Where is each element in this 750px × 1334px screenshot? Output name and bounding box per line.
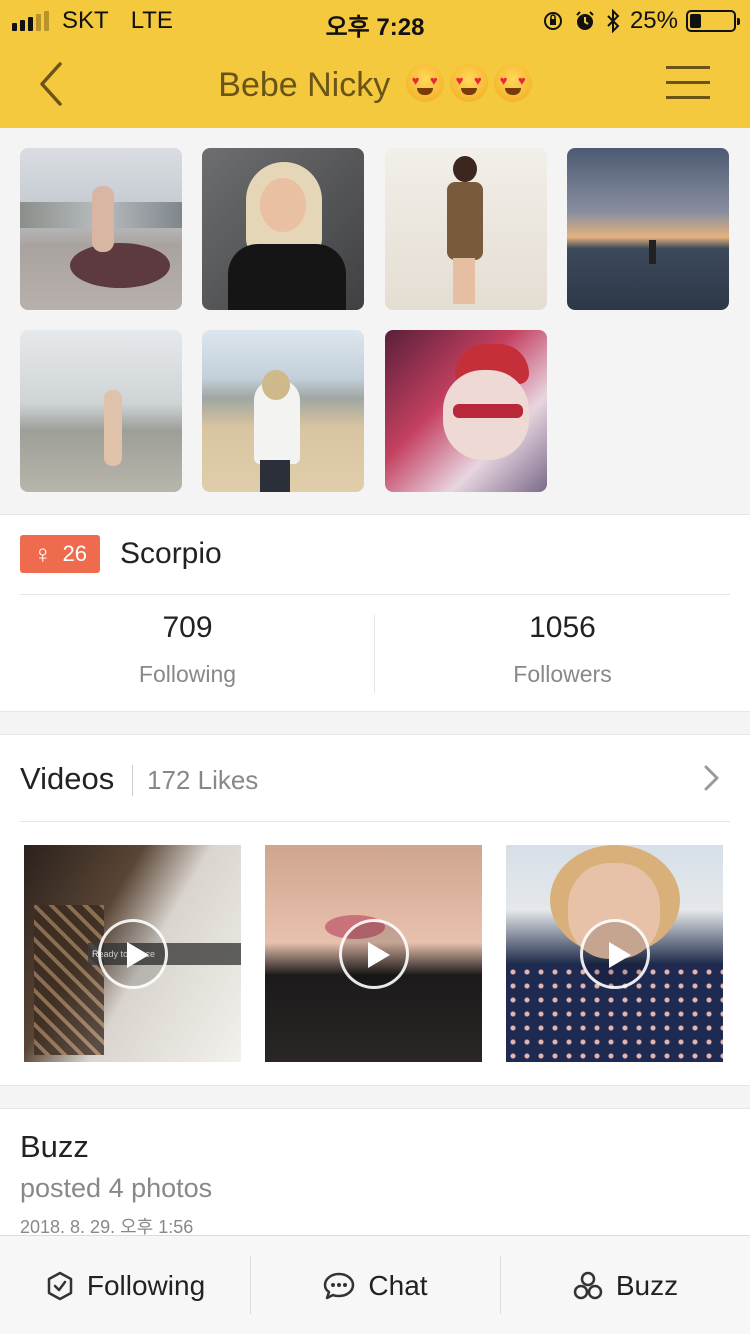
videos-title[interactable]: Videos (20, 761, 114, 797)
followers-label: Followers (513, 661, 612, 687)
profile-info-card: ♀ 26 Scorpio 709 Following 1056 Follower… (0, 514, 750, 712)
chevron-right-icon[interactable] (700, 763, 722, 793)
hamburger-menu-icon[interactable] (666, 66, 710, 102)
bluetooth-icon (607, 9, 620, 33)
zodiac-label: Scorpio (120, 537, 222, 570)
profile-photo-6[interactable] (202, 330, 364, 492)
videos-likes: 172 Likes (132, 765, 258, 796)
profile-photo-7[interactable] (385, 330, 547, 492)
buzz-circles-icon (573, 1271, 603, 1299)
heart-eyes-emoji: ♥ ♥ (405, 64, 444, 102)
navigation-bar: Bebe Nicky ♥ ♥ ♥ ♥ ♥ ♥ (0, 40, 750, 128)
top-bar: SKT LTE 오후 7:28 25% Bebe Nicky ♥ ♥ ♥ ♥ ♥ ♥ (0, 0, 750, 128)
following-count: 709 (162, 611, 213, 644)
profile-photo-5[interactable] (20, 330, 182, 492)
photo-grid (0, 128, 750, 514)
play-icon[interactable] (98, 919, 168, 989)
buzz-section[interactable]: Buzz posted 4 photos 2018. 8. 29. 오후 1:5… (0, 1108, 750, 1238)
profile-photo-1[interactable] (20, 148, 182, 310)
following-label: Following (138, 661, 237, 687)
battery-text: 25% (629, 7, 678, 34)
followers-stat[interactable]: 1056 Followers (375, 611, 750, 688)
heart-eyes-emoji: ♥ ♥ (493, 64, 532, 102)
profile-name: Bebe Nicky (218, 66, 391, 104)
play-icon[interactable] (339, 919, 409, 989)
videos-section: Videos 172 Likes Ready to dance (0, 734, 750, 1086)
tab-chat-label: Chat (368, 1269, 428, 1301)
divider (20, 821, 730, 822)
gender-age-badge: ♀ 26 (20, 535, 100, 573)
profile-photo-3[interactable] (385, 148, 547, 310)
battery-icon (686, 10, 740, 32)
divider (20, 594, 730, 595)
video-thumbnail-3[interactable] (506, 845, 723, 1062)
rotation-lock-icon (543, 12, 562, 30)
heart-eyes-emoji: ♥ ♥ (449, 64, 488, 102)
tab-buzz[interactable]: Buzz (500, 1236, 750, 1334)
buzz-title: Buzz (20, 1129, 89, 1164)
profile-photo-2[interactable] (202, 148, 364, 310)
status-bar: SKT LTE 오후 7:28 25% (0, 0, 750, 41)
video-thumbnail-1[interactable]: Ready to dance (24, 845, 241, 1062)
following-stat[interactable]: 709 Following (0, 611, 375, 688)
page-title: Bebe Nicky ♥ ♥ ♥ ♥ ♥ ♥ (0, 64, 750, 105)
tab-chat[interactable]: Chat (250, 1236, 500, 1334)
age-label: 26 (62, 541, 87, 566)
tab-following-label: Following (86, 1269, 206, 1301)
female-icon: ♀ (33, 538, 53, 569)
play-icon[interactable] (580, 919, 650, 989)
video-thumbnail-2[interactable] (265, 845, 482, 1062)
buzz-subtitle: posted 4 photos (20, 1173, 213, 1203)
tab-following[interactable]: Following (0, 1236, 250, 1334)
chat-bubble-icon (324, 1272, 355, 1299)
bottom-tab-bar: Following Chat Buzz (0, 1235, 750, 1334)
hexagon-check-icon (47, 1271, 73, 1300)
tab-buzz-label: Buzz (615, 1269, 679, 1301)
followers-count: 1056 (529, 611, 596, 644)
alarm-icon (576, 11, 594, 30)
profile-photo-4[interactable] (567, 148, 729, 310)
